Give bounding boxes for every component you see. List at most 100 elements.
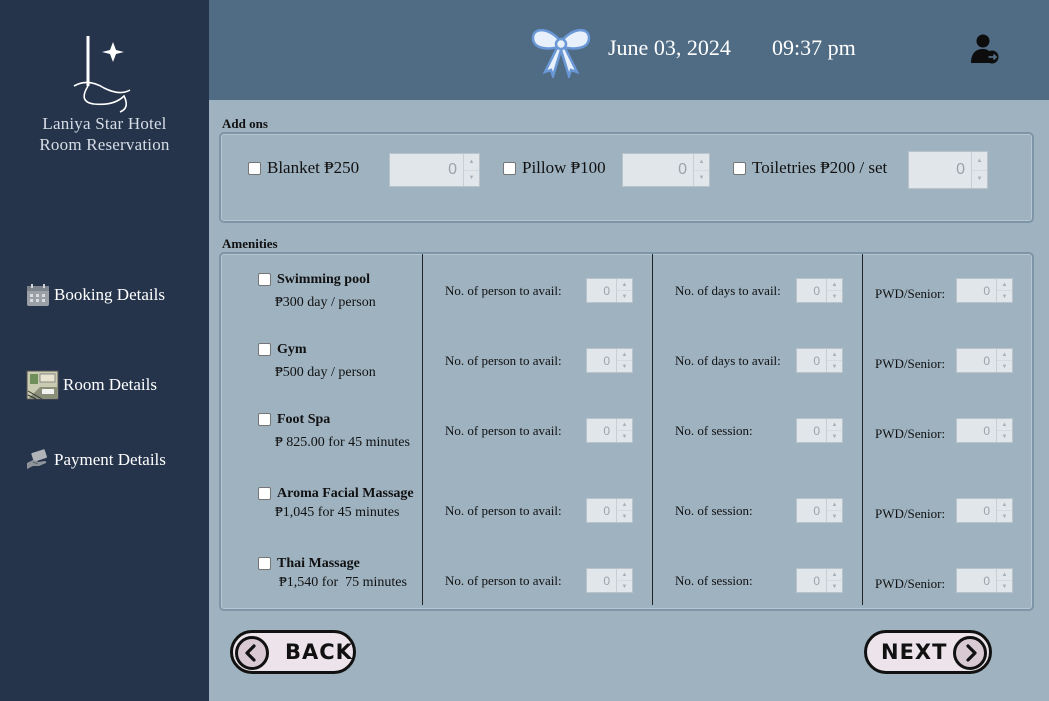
column-divider (862, 254, 863, 605)
session-spinner[interactable]: 0 ▲ ▼ (796, 568, 843, 593)
session-spinner[interactable]: 0 ▲ ▼ (796, 498, 843, 523)
spin-up-icon[interactable]: ▲ (694, 154, 709, 170)
spin-up-icon[interactable]: ▲ (617, 569, 632, 580)
spin-down-icon[interactable]: ▼ (617, 430, 632, 442)
next-button[interactable]: NEXT (864, 630, 992, 674)
spin-up-icon[interactable]: ▲ (827, 419, 842, 430)
persons-value: 0 (603, 573, 610, 588)
gym-checkbox[interactable] (258, 343, 271, 356)
spin-up-icon[interactable]: ▲ (827, 349, 842, 360)
toiletries-qty-spinner[interactable]: 0 ▲ ▼ (908, 151, 988, 189)
pwd-senior-spinner[interactable]: 0 ▲ ▼ (956, 278, 1013, 303)
spin-up-icon[interactable]: ▲ (617, 279, 632, 290)
persons-spinner[interactable]: 0 ▲ ▼ (586, 418, 633, 443)
spin-up-icon[interactable]: ▲ (997, 419, 1012, 430)
toiletries-qty-value: 0 (956, 161, 965, 178)
pwd-senior-spinner[interactable]: 0 ▲ ▼ (956, 418, 1013, 443)
persons-spinner[interactable]: 0 ▲ ▼ (586, 568, 633, 593)
nav-room-label: Room Details (63, 375, 157, 394)
current-time: 09:37 pm (772, 35, 856, 60)
current-date: June 03, 2024 (608, 35, 731, 60)
days-label: No. of days to avail: (675, 283, 781, 298)
spin-down-icon[interactable]: ▼ (617, 360, 632, 372)
pwd-senior-value: 0 (983, 283, 990, 298)
nav-payment-label: Payment Details (54, 450, 166, 469)
spin-up-icon[interactable]: ▲ (464, 154, 479, 170)
spin-up-icon[interactable]: ▲ (997, 349, 1012, 360)
aroma-facial-massage-checkbox[interactable] (258, 487, 271, 500)
spin-down-icon[interactable]: ▼ (997, 430, 1012, 442)
spin-up-icon[interactable]: ▲ (827, 279, 842, 290)
spin-up-icon[interactable]: ▲ (617, 419, 632, 430)
spin-up-icon[interactable]: ▲ (997, 499, 1012, 510)
spin-up-icon[interactable]: ▲ (972, 152, 987, 170)
pwd-senior-spinner[interactable]: 0 ▲ ▼ (956, 498, 1013, 523)
toiletries-checkbox[interactable] (733, 162, 746, 175)
spin-down-icon[interactable]: ▼ (827, 360, 842, 372)
spin-down-icon[interactable]: ▼ (827, 430, 842, 442)
amenity-name: Foot Spa (277, 412, 331, 427)
pillow-qty-spinner[interactable]: 0 ▲ ▼ (622, 153, 710, 187)
spin-down-icon[interactable]: ▼ (997, 510, 1012, 522)
persons-label: No. of person to avail: (445, 283, 562, 298)
spin-down-icon[interactable]: ▼ (694, 169, 709, 187)
thai-massage-checkbox[interactable] (258, 557, 271, 570)
spin-down-icon[interactable]: ▼ (617, 290, 632, 302)
pwd-senior-spinner[interactable]: 0 ▲ ▼ (956, 348, 1013, 373)
chevron-right-icon (953, 636, 987, 670)
persons-spinner[interactable]: 0 ▲ ▼ (586, 278, 633, 303)
spin-down-icon[interactable]: ▼ (972, 169, 987, 189)
spin-up-icon[interactable]: ▲ (827, 499, 842, 510)
logout-user-icon[interactable] (969, 33, 1001, 65)
spin-down-icon[interactable]: ▼ (464, 169, 479, 187)
session-value: 0 (813, 423, 820, 438)
back-button[interactable]: BACK (230, 630, 356, 674)
column-divider (422, 254, 423, 605)
days-spinner[interactable]: 0 ▲ ▼ (796, 348, 843, 373)
calendar-icon (27, 284, 49, 306)
nav-room-details[interactable]: Room Details (26, 369, 157, 401)
spin-down-icon[interactable]: ▼ (827, 580, 842, 592)
swimming-pool-checkbox[interactable] (258, 273, 271, 286)
hotel-subtitle: Room Reservation (39, 135, 170, 154)
blanket-qty-spinner[interactable]: 0 ▲ ▼ (389, 153, 480, 187)
pwd-senior-value: 0 (983, 353, 990, 368)
hotel-name: Laniya Star Hotel (42, 114, 167, 133)
spin-up-icon[interactable]: ▲ (617, 349, 632, 360)
blanket-checkbox[interactable] (248, 162, 261, 175)
foot-spa-checkbox[interactable] (258, 413, 271, 426)
spin-up-icon[interactable]: ▲ (997, 279, 1012, 290)
days-spinner[interactable]: 0 ▲ ▼ (796, 278, 843, 303)
toiletries-label: Toiletries ₱200 / set (752, 158, 888, 177)
pillow-qty-value: 0 (678, 161, 687, 178)
column-divider (652, 254, 653, 605)
nav-booking-details[interactable]: Booking Details (26, 283, 165, 307)
session-spinner[interactable]: 0 ▲ ▼ (796, 418, 843, 443)
pwd-senior-spinner[interactable]: 0 ▲ ▼ (956, 568, 1013, 593)
amenity-price: ₱1,540 for 75 minutes (279, 575, 407, 590)
session-value: 0 (813, 503, 820, 518)
back-button-label: BACK (285, 640, 353, 664)
persons-spinner[interactable]: 0 ▲ ▼ (586, 348, 633, 373)
spin-up-icon[interactable]: ▲ (617, 499, 632, 510)
session-label: No. of session: (675, 423, 753, 438)
pillow-checkbox[interactable] (503, 162, 516, 175)
spin-up-icon[interactable]: ▲ (997, 569, 1012, 580)
nav-payment-details[interactable]: Payment Details (26, 448, 166, 472)
pwd-senior-label: PWD/Senior: (875, 426, 946, 441)
spin-down-icon[interactable]: ▼ (997, 290, 1012, 302)
persons-label: No. of person to avail: (445, 503, 562, 518)
spin-down-icon[interactable]: ▼ (827, 290, 842, 302)
amenity-price: ₱1,045 for 45 minutes (275, 505, 400, 520)
spin-down-icon[interactable]: ▼ (997, 360, 1012, 372)
pwd-senior-value: 0 (983, 423, 990, 438)
blanket-qty-value: 0 (448, 161, 457, 178)
pwd-senior-label: PWD/Senior: (875, 506, 946, 521)
session-label: No. of session: (675, 573, 753, 588)
spin-down-icon[interactable]: ▼ (617, 580, 632, 592)
spin-down-icon[interactable]: ▼ (997, 580, 1012, 592)
spin-up-icon[interactable]: ▲ (827, 569, 842, 580)
persons-spinner[interactable]: 0 ▲ ▼ (586, 498, 633, 523)
spin-down-icon[interactable]: ▼ (827, 510, 842, 522)
spin-down-icon[interactable]: ▼ (617, 510, 632, 522)
